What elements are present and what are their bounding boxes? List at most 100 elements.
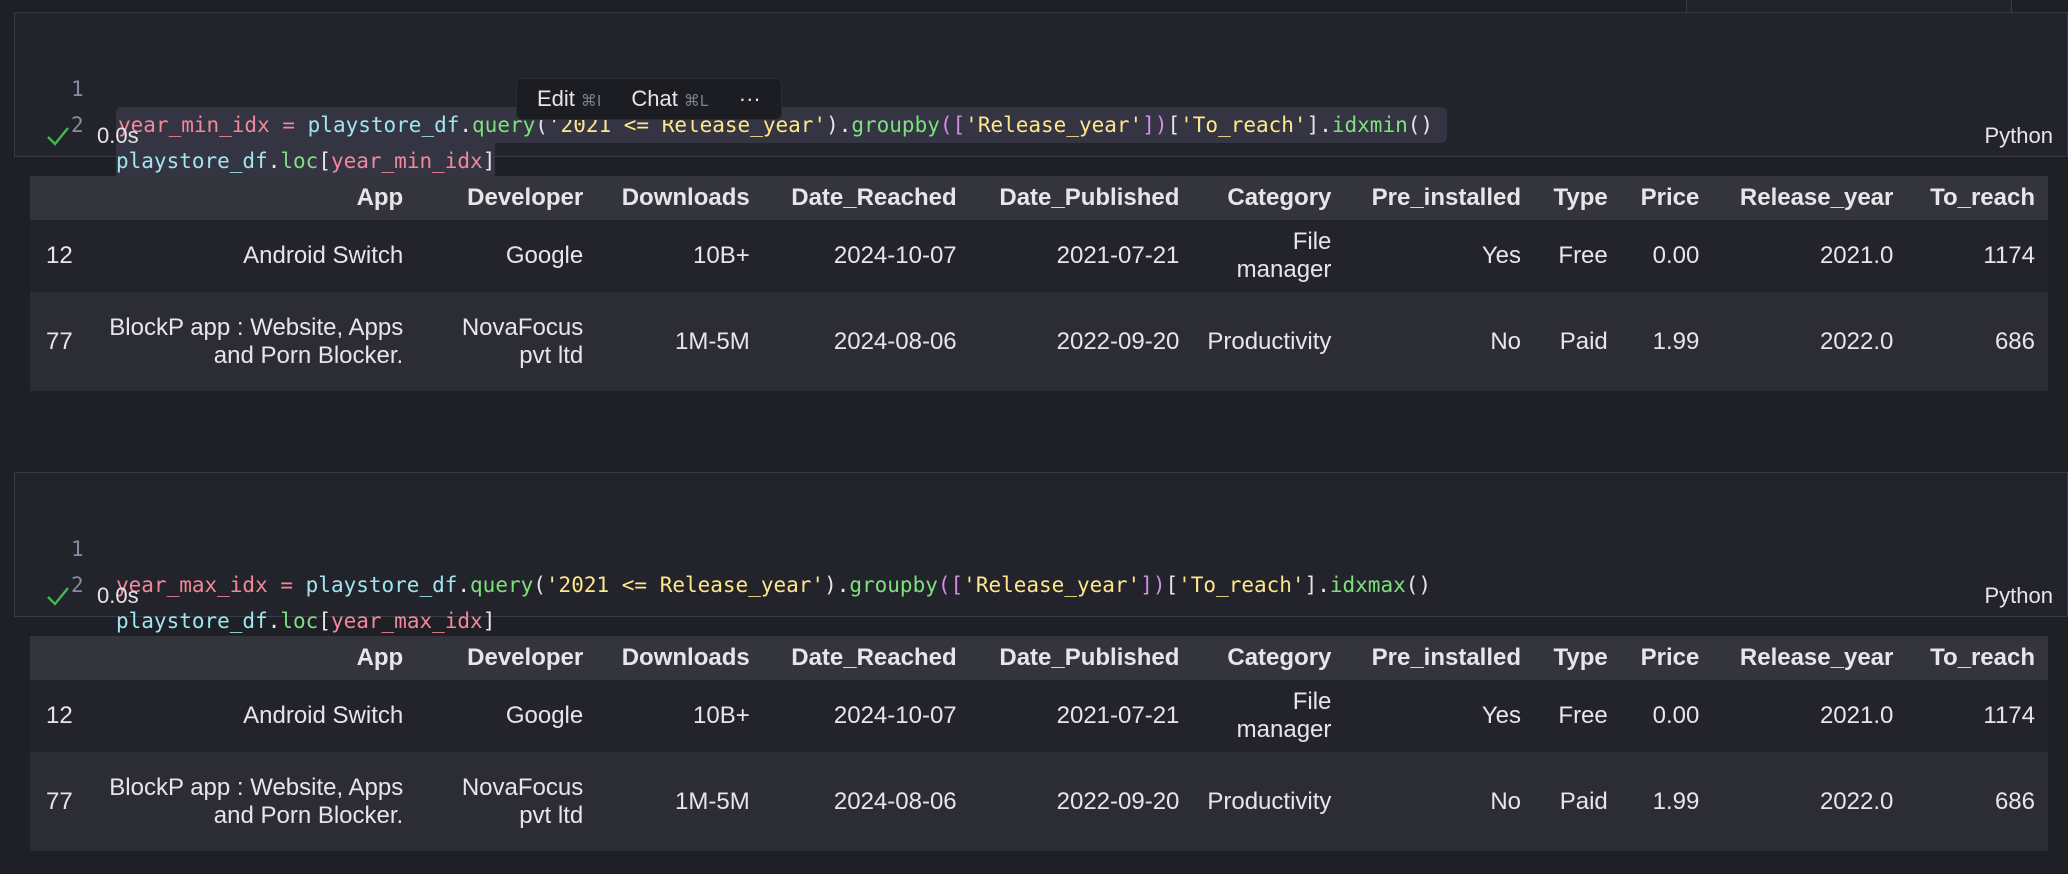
table-cell: 2021.0 [1712, 680, 1907, 752]
column-header: Developer [416, 636, 597, 680]
column-header: Date_Published [969, 176, 1193, 220]
chat-shortcut: ⌘L [683, 93, 709, 110]
column-header: Price [1620, 636, 1713, 680]
execution-time: 0.0s [97, 123, 139, 148]
column-header: Category [1192, 176, 1345, 220]
table-cell: 1.99 [1620, 752, 1713, 851]
table-cell: 2024-10-07 [762, 680, 970, 752]
table-cell: No [1344, 752, 1535, 851]
dataframe-output-2: App Developer Downloads Date_Reached Dat… [30, 636, 2048, 851]
table-cell: Productivity [1192, 292, 1345, 391]
table-cell: 2021.0 [1712, 220, 1907, 292]
column-header: App [90, 176, 417, 220]
table-cell: File manager [1192, 680, 1345, 752]
cell-status-bar: 0.0s Python [15, 578, 2067, 614]
table-cell: 2022.0 [1712, 752, 1907, 851]
table-cell: 2024-08-06 [762, 752, 970, 851]
column-header: Type [1534, 176, 1621, 220]
table-cell: 2022.0 [1712, 292, 1907, 391]
row-index: 77 [30, 752, 91, 851]
column-header: To_reach [1906, 636, 2048, 680]
table-cell: Paid [1534, 752, 1621, 851]
code-line-2[interactable]: 2 playstore_df.loc[year_max_idx] [15, 531, 2067, 633]
table-cell: BlockP app : Website, Apps and Porn Bloc… [90, 752, 417, 851]
column-header: To_reach [1906, 176, 2048, 220]
edit-shortcut: ⌘I [580, 93, 602, 110]
code-editor[interactable]: 1 year_max_idx = playstore_df.query('202… [15, 495, 2067, 633]
table-cell: 1M-5M [596, 292, 763, 391]
column-header: Date_Published [969, 636, 1193, 680]
code-cell-2[interactable]: 1 year_max_idx = playstore_df.query('202… [14, 472, 2068, 633]
execution-time: 0.0s [97, 583, 139, 608]
code-editor[interactable]: 1 year_min_idx = playstore_df.query('202… [15, 35, 2067, 179]
edit-label: Edit [537, 86, 575, 111]
check-icon [47, 587, 69, 606]
more-options-icon[interactable]: ··· [739, 86, 761, 112]
table-row: 77 BlockP app : Website, Apps and Porn B… [30, 752, 2048, 851]
table-cell: Free [1534, 680, 1621, 752]
chat-button[interactable]: Chat ⌘L [631, 86, 708, 112]
dataframe-output-1: App Developer Downloads Date_Reached Dat… [30, 176, 2048, 391]
cell-status-bar: 0.0s Python [15, 118, 2067, 154]
table-cell: 2022-09-20 [969, 752, 1193, 851]
check-icon [47, 127, 69, 146]
table-cell: NovaFocus pvt ltd [416, 292, 597, 391]
inline-ai-popup: Edit ⌘I Chat ⌘L ··· [516, 78, 782, 120]
table-cell: 2024-10-07 [762, 220, 970, 292]
column-header: Pre_installed [1344, 176, 1535, 220]
table-cell: NovaFocus pvt ltd [416, 752, 597, 851]
column-header: Downloads [596, 636, 763, 680]
column-header: Type [1534, 636, 1621, 680]
column-header: Price [1620, 176, 1713, 220]
table-cell: File manager [1192, 220, 1345, 292]
language-label[interactable]: Python [1985, 578, 2054, 614]
column-header: Developer [416, 176, 597, 220]
column-header: Date_Reached [762, 636, 970, 680]
table-cell: 10B+ [596, 680, 763, 752]
column-header: Category [1192, 636, 1345, 680]
chat-label: Chat [631, 86, 678, 111]
table-cell: Google [416, 680, 597, 752]
table-cell: 0.00 [1620, 680, 1713, 752]
table-cell: 1.99 [1620, 292, 1713, 391]
table-cell: No [1344, 292, 1535, 391]
table-cell: 686 [1906, 292, 2048, 391]
table-cell: 0.00 [1620, 220, 1713, 292]
table-cell: 2021-07-21 [969, 680, 1193, 752]
row-index: 77 [30, 292, 91, 391]
table-cell: 2021-07-21 [969, 220, 1193, 292]
table-cell: Yes [1344, 220, 1535, 292]
table-cell: 2024-08-06 [762, 292, 970, 391]
table-cell: Free [1534, 220, 1621, 292]
column-header: App [90, 636, 417, 680]
column-header: Date_Reached [762, 176, 970, 220]
table-cell: Android Switch [90, 220, 417, 292]
table-header-row: App Developer Downloads Date_Reached Dat… [30, 636, 2048, 680]
code-line-2[interactable]: 2 playstore_df.loc[year_min_idx] [15, 71, 2067, 179]
table-cell: Paid [1534, 292, 1621, 391]
table-cell: 1174 [1906, 220, 2048, 292]
table-cell: 1174 [1906, 680, 2048, 752]
table-cell: BlockP app : Website, Apps and Porn Bloc… [90, 292, 417, 391]
column-header: Release_year [1712, 636, 1907, 680]
code-line-1[interactable]: 1 year_max_idx = playstore_df.query('202… [15, 495, 2067, 597]
table-row: 12 Android Switch Google 10B+ 2024-10-07… [30, 680, 2048, 752]
table-cell: Android Switch [90, 680, 417, 752]
edit-button[interactable]: Edit ⌘I [537, 86, 601, 112]
language-label[interactable]: Python [1985, 118, 2054, 154]
column-header: Pre_installed [1344, 636, 1535, 680]
table-cell: Productivity [1192, 752, 1345, 851]
table-cell: 2022-09-20 [969, 292, 1193, 391]
table-row: 12 Android Switch Google 10B+ 2024-10-07… [30, 220, 2048, 292]
table-cell: 10B+ [596, 220, 763, 292]
table-cell: Google [416, 220, 597, 292]
row-index: 12 [30, 680, 91, 752]
table-cell: 1M-5M [596, 752, 763, 851]
column-header [30, 176, 91, 220]
code-cell-1[interactable]: 1 year_min_idx = playstore_df.query('202… [14, 12, 2068, 179]
column-header: Release_year [1712, 176, 1907, 220]
column-header: Downloads [596, 176, 763, 220]
table-row: 77 BlockP app : Website, Apps and Porn B… [30, 292, 2048, 391]
code-line-1[interactable]: 1 year_min_idx = playstore_df.query('202… [15, 35, 2067, 143]
table-cell: 686 [1906, 752, 2048, 851]
